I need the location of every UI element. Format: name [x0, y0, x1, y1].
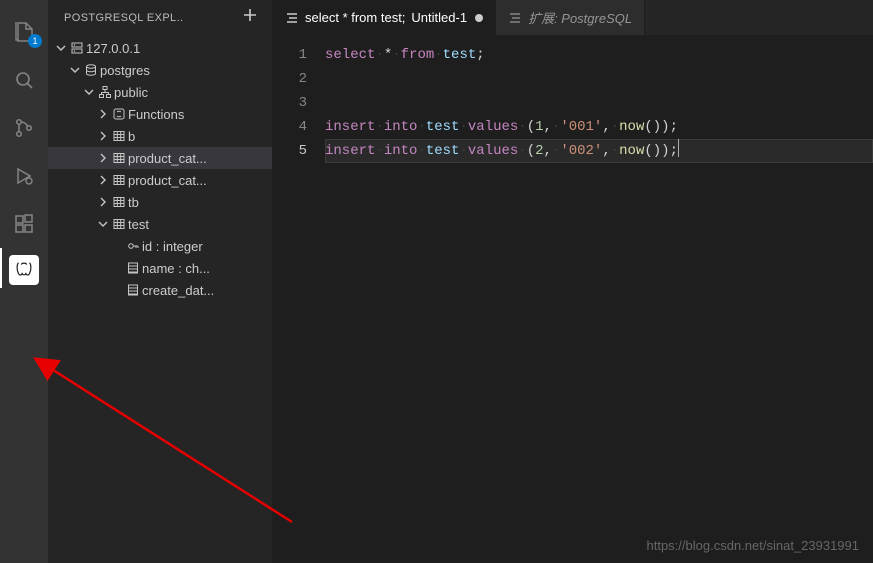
chevron-right-icon: [96, 196, 110, 208]
tree-node-label: tb: [128, 195, 139, 210]
code-line[interactable]: insert·into·test·values·(2,·'002',·now()…: [325, 139, 873, 163]
tree-table[interactable]: test: [48, 213, 272, 235]
line-number: 3: [273, 91, 325, 115]
tree-column[interactable]: id : integer: [48, 235, 272, 257]
extensions-icon: [12, 212, 36, 236]
chevron-down-icon: [68, 64, 82, 76]
align-icon: [508, 11, 522, 25]
tab-bar: select * from test; Untitled-1 扩展: Postg…: [273, 0, 873, 35]
tree-node-label: postgres: [100, 63, 150, 78]
postgresql-icon: [9, 255, 39, 285]
db-tree: 127.0.0.1 postgres public Functions b product…: [48, 35, 272, 563]
line-number: 2: [273, 67, 325, 91]
tree-table-icon: [110, 195, 128, 209]
chevron-down-icon: [54, 42, 68, 54]
code-line[interactable]: [325, 67, 873, 91]
code-line[interactable]: insert·into·test·values·(1,·'001',·now()…: [325, 115, 873, 139]
tree-table[interactable]: product_cat...: [48, 147, 272, 169]
tab-label: 扩展: PostgreSQL: [528, 8, 632, 27]
plus-icon: [242, 7, 258, 23]
tree-table[interactable]: b: [48, 125, 272, 147]
search-icon: [12, 68, 36, 92]
sidebar-header: POSTGRESQL EXPL..: [48, 0, 272, 35]
tree-node-label: name : ch...: [142, 261, 210, 276]
sidebar-title: POSTGRESQL EXPL..: [64, 12, 238, 24]
tree-server[interactable]: 127.0.0.1: [48, 37, 272, 59]
tree-table-icon: [110, 173, 128, 187]
tree-schema[interactable]: public: [48, 81, 272, 103]
align-icon: [285, 11, 299, 25]
activity-debug[interactable]: [0, 152, 48, 200]
editor-area: select * from test; Untitled-1 扩展: Postg…: [273, 0, 873, 563]
watermark: https://blog.csdn.net/sinat_23931991: [647, 538, 860, 553]
code-line[interactable]: select·*·from·test;: [325, 43, 873, 67]
chevron-right-icon: [96, 108, 110, 120]
tab-extension-postgresql[interactable]: 扩展: PostgreSQL: [496, 0, 645, 35]
tree-database[interactable]: postgres: [48, 59, 272, 81]
line-number: 5: [273, 139, 325, 163]
tree-functions[interactable]: Functions: [48, 103, 272, 125]
tree-node-label: test: [128, 217, 149, 232]
text-cursor: [678, 139, 679, 157]
tab-sql-untitled[interactable]: select * from test; Untitled-1: [273, 0, 496, 35]
activity-extensions[interactable]: [0, 200, 48, 248]
chevron-right-icon: [96, 130, 110, 142]
tree-table[interactable]: tb: [48, 191, 272, 213]
tree-database-icon: [82, 63, 100, 77]
tree-column[interactable]: name : ch...: [48, 257, 272, 279]
code-line[interactable]: [325, 91, 873, 115]
tree-table-icon: [110, 129, 128, 143]
tree-node-label: create_dat...: [142, 283, 214, 298]
debug-icon: [12, 164, 36, 188]
activity-explorer[interactable]: 1: [0, 8, 48, 56]
chevron-down-icon: [96, 218, 110, 230]
chevron-right-icon: [96, 174, 110, 186]
tree-table-icon: [110, 151, 128, 165]
tree-column-icon: [124, 261, 142, 275]
line-number: 1: [273, 43, 325, 67]
line-number: 4: [273, 115, 325, 139]
code-area[interactable]: select·*·from·test; insert·into·test·valu…: [325, 35, 873, 563]
tree-column-icon: [124, 239, 142, 253]
tree-node-label: Functions: [128, 107, 184, 122]
line-gutter: 12345: [273, 35, 325, 563]
chevron-right-icon: [96, 152, 110, 164]
source-control-icon: [12, 116, 36, 140]
dirty-indicator-icon: [475, 14, 483, 22]
tree-node-label: b: [128, 129, 135, 144]
tree-node-label: 127.0.0.1: [86, 41, 140, 56]
tree-node-label: product_cat...: [128, 173, 207, 188]
explorer-badge: 1: [28, 34, 42, 48]
tree-node-label: public: [114, 85, 148, 100]
tree-node-label: product_cat...: [128, 151, 207, 166]
add-connection-button[interactable]: [238, 5, 262, 30]
activity-bar: 1: [0, 0, 48, 563]
tree-schema-icon: [96, 85, 114, 99]
tree-column-icon: [124, 283, 142, 297]
tree-functions-icon: [110, 107, 128, 121]
activity-scm[interactable]: [0, 104, 48, 152]
sidebar: POSTGRESQL EXPL.. 127.0.0.1 postgres publi…: [48, 0, 273, 563]
tree-column[interactable]: create_dat...: [48, 279, 272, 301]
tab-label-right: Untitled-1: [411, 10, 467, 25]
activity-postgresql[interactable]: [0, 248, 48, 288]
tree-node-label: id : integer: [142, 239, 203, 254]
chevron-down-icon: [82, 86, 96, 98]
tree-server-icon: [68, 41, 86, 55]
tree-table-icon: [110, 217, 128, 231]
tab-label-left: select * from test;: [305, 10, 405, 25]
tree-table[interactable]: product_cat...: [48, 169, 272, 191]
editor-body[interactable]: 12345 select·*·from·test; insert·into·tes…: [273, 35, 873, 563]
activity-search[interactable]: [0, 56, 48, 104]
active-indicator: [0, 248, 2, 288]
